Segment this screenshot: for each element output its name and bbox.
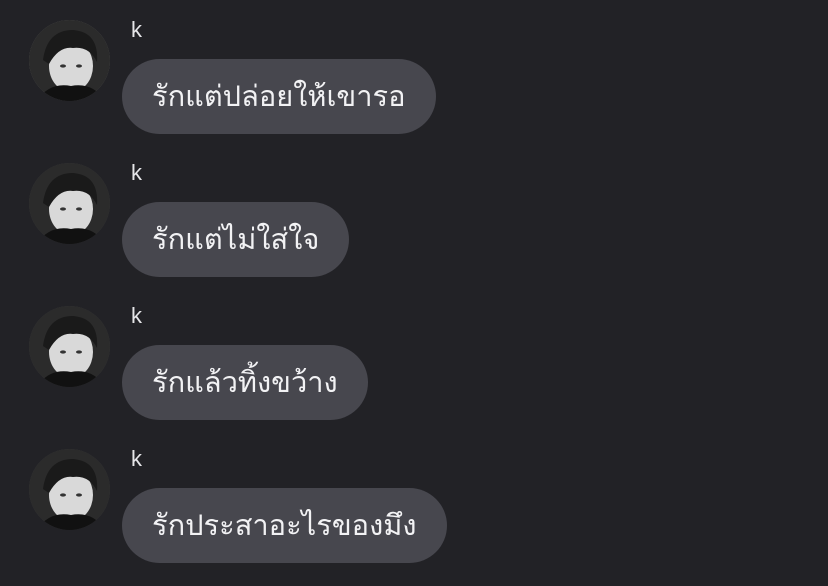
sender-name: k <box>131 446 142 471</box>
message-bubble[interactable]: รักประสาอะไรของมึง <box>122 488 447 563</box>
message-text: รักแต่ปล่อยให้เขารอ <box>152 79 406 113</box>
message-row: k รักแต่ปล่อยให้เขารอ <box>0 0 828 143</box>
avatar[interactable] <box>29 306 110 387</box>
message-bubble[interactable]: รักแล้วทิ้งขว้าง <box>122 345 368 420</box>
avatar[interactable] <box>29 20 110 101</box>
message-text: รักประสาอะไรของมึง <box>152 508 417 542</box>
profile-photo-icon <box>29 306 110 387</box>
message-text: รักแต่ไม่ใส่ใจ <box>152 222 320 256</box>
chat-thread: k รักแต่ปล่อยให้เขารอ k รักแต่ไม่ใส่ใจ k… <box>0 0 828 586</box>
message-text: รักแล้วทิ้งขว้าง <box>152 365 338 399</box>
profile-photo-icon <box>29 449 110 530</box>
message-row: k รักประสาอะไรของมึง <box>0 429 828 572</box>
sender-name: k <box>131 303 142 328</box>
message-bubble[interactable]: รักแต่ปล่อยให้เขารอ <box>122 59 436 134</box>
sender-name: k <box>131 160 142 185</box>
avatar[interactable] <box>29 449 110 530</box>
avatar[interactable] <box>29 163 110 244</box>
profile-photo-icon <box>29 163 110 244</box>
profile-photo-icon <box>29 20 110 101</box>
message-row: k รักแต่ไม่ใส่ใจ <box>0 143 828 286</box>
sender-name: k <box>131 17 142 42</box>
message-bubble[interactable]: รักแต่ไม่ใส่ใจ <box>122 202 350 277</box>
message-row: k รักแล้วทิ้งขว้าง <box>0 286 828 429</box>
